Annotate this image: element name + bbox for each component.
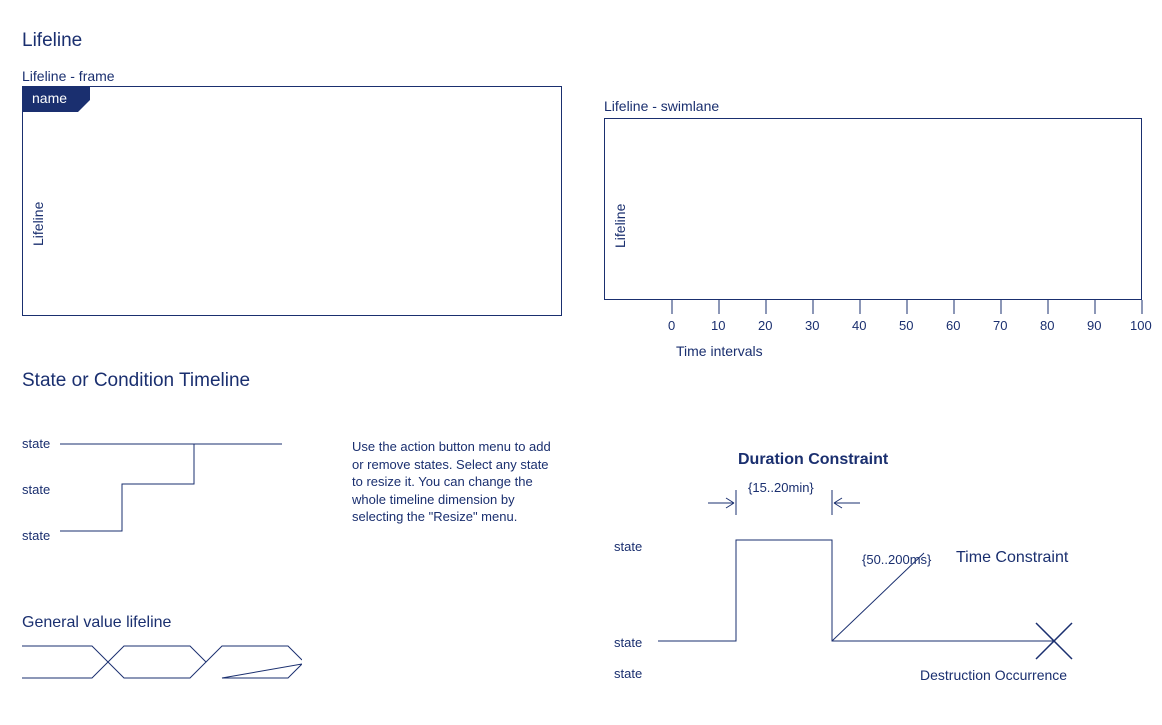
heading-general-value: General value lifeline [22, 614, 171, 632]
heading-state-timeline: State or Condition Timeline [22, 370, 250, 392]
lifeline-swimlane-box: Lifeline 0 10 20 30 40 50 60 70 80 90 10… [604, 118, 1152, 338]
right-state-1: state [614, 539, 642, 554]
help-text: Use the action button menu to add or rem… [352, 438, 562, 526]
label-lifeline-frame: Lifeline - frame [22, 68, 115, 84]
lifeline-swimlane-vert-label: Lifeline [612, 204, 628, 248]
general-value-lifeline-shape [22, 644, 302, 684]
state-label-1: state [22, 436, 50, 451]
state-timeline-diagram: state state state [22, 420, 292, 550]
tick-50: 50 [899, 318, 913, 333]
tick-60: 60 [946, 318, 960, 333]
state-label-2: state [22, 482, 50, 497]
tick-80: 80 [1040, 318, 1054, 333]
tick-70: 70 [993, 318, 1007, 333]
lifeline-frame-box: name Lifeline [22, 86, 562, 316]
tick-90: 90 [1087, 318, 1101, 333]
label-lifeline-swimlane: Lifeline - swimlane [604, 98, 719, 114]
label-destruction-occurrence: Destruction Occurrence [920, 667, 1067, 683]
tick-0: 0 [668, 318, 675, 333]
name-tab-text: name [32, 90, 67, 106]
label-time-intervals: Time intervals [676, 343, 763, 359]
lifeline-frame-vert-label: Lifeline [30, 202, 46, 246]
tick-10: 10 [711, 318, 725, 333]
heading-lifeline: Lifeline [22, 30, 82, 52]
tick-30: 30 [805, 318, 819, 333]
time-constraint-value: {50..200ms} [862, 552, 931, 567]
right-diagram [604, 475, 1144, 695]
tick-20: 20 [758, 318, 772, 333]
right-state-3: state [614, 666, 642, 681]
state-label-3: state [22, 528, 50, 543]
tick-40: 40 [852, 318, 866, 333]
right-state-2: state [614, 635, 642, 650]
heading-time-constraint: Time Constraint [956, 549, 1068, 567]
heading-duration-constraint: Duration Constraint [738, 451, 888, 469]
tick-100: 100 [1130, 318, 1152, 333]
